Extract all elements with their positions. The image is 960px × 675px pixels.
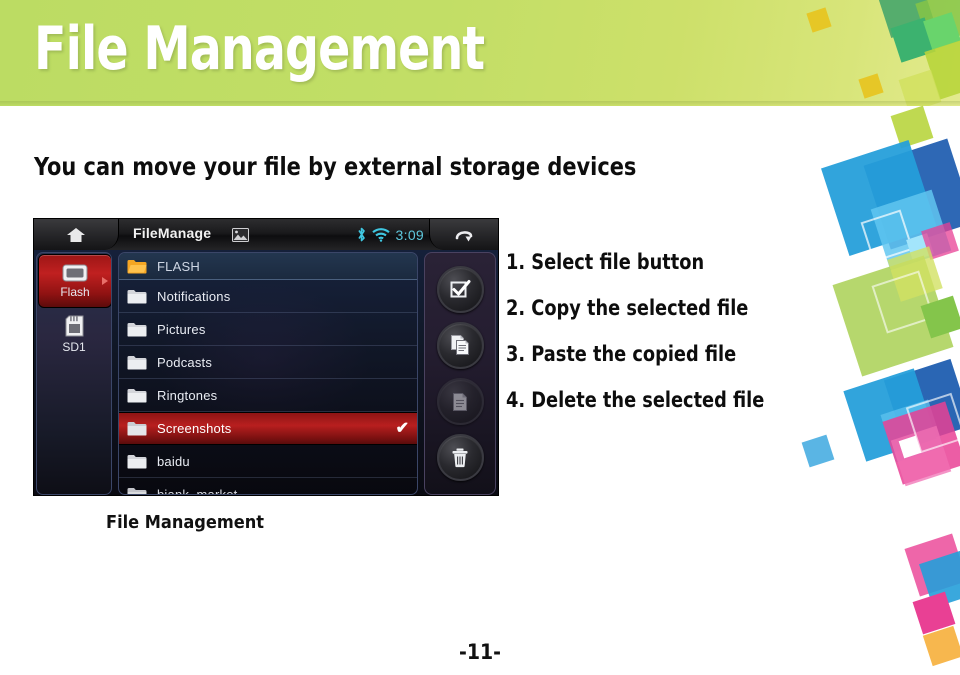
internal-storage-icon bbox=[62, 264, 88, 281]
drive-label: SD1 bbox=[62, 339, 86, 354]
device-screenshot: FileManage 3:09 Flash SD1 FLASH Notifica… bbox=[33, 218, 499, 496]
list-item-label: baidu bbox=[157, 453, 190, 469]
checkmark-icon: ✔ bbox=[395, 419, 409, 437]
drive-label: Flash bbox=[60, 284, 90, 299]
header-banner: File Management bbox=[0, 0, 960, 106]
folder-icon bbox=[127, 388, 147, 402]
figure-caption: File Management bbox=[106, 512, 264, 533]
header-decoration-squares bbox=[806, 0, 960, 106]
folder-icon bbox=[127, 454, 147, 468]
list-item[interactable]: Notifications bbox=[119, 280, 417, 313]
step-item: 3. Paste the copied file bbox=[506, 342, 737, 366]
status-indicators: 3:09 bbox=[357, 219, 424, 250]
steps-list: 1. Select file button 2. Copy the select… bbox=[506, 250, 846, 434]
copy-button[interactable] bbox=[436, 321, 484, 369]
drive-list: Flash SD1 bbox=[36, 252, 112, 495]
trash-icon bbox=[452, 448, 468, 467]
page-number: -11- bbox=[459, 640, 501, 664]
file-list-header: FLASH bbox=[119, 253, 417, 280]
clock: 3:09 bbox=[395, 226, 424, 243]
file-list[interactable]: FLASH Notifications Pictures Podcasts Ri… bbox=[118, 252, 418, 495]
list-item[interactable]: Ringtones bbox=[119, 379, 417, 412]
list-item-label: Notifications bbox=[157, 288, 231, 304]
subtitle-text: You can move your file by external stora… bbox=[34, 152, 637, 181]
delete-button[interactable] bbox=[436, 434, 484, 482]
image-icon[interactable] bbox=[232, 228, 249, 242]
bluetooth-icon bbox=[357, 227, 365, 242]
list-item-label: Ringtones bbox=[157, 387, 218, 403]
wifi-icon bbox=[371, 227, 390, 242]
copy-documents-icon bbox=[451, 335, 469, 356]
list-item-label: Screenshots bbox=[157, 421, 232, 436]
step-item: 1. Select file button bbox=[506, 250, 705, 274]
paste-document-icon bbox=[453, 392, 467, 411]
home-button[interactable] bbox=[34, 219, 119, 250]
drive-item-flash[interactable]: Flash bbox=[38, 254, 111, 308]
paste-button[interactable] bbox=[436, 378, 484, 426]
folder-icon bbox=[127, 487, 147, 494]
list-item-label: biank_market bbox=[157, 486, 238, 495]
folder-icon bbox=[127, 355, 147, 369]
folder-open-icon bbox=[127, 259, 147, 273]
step-item: 4. Delete the selected file bbox=[506, 388, 765, 412]
list-item[interactable]: Pictures bbox=[119, 313, 417, 346]
header-decoration bbox=[775, 0, 960, 106]
folder-icon bbox=[127, 422, 147, 436]
back-button[interactable] bbox=[429, 219, 498, 250]
device-body: Flash SD1 FLASH Notifications Pictures P… bbox=[34, 250, 498, 495]
list-item-selected[interactable]: Screenshots ✔ bbox=[119, 412, 417, 445]
home-icon bbox=[67, 227, 85, 242]
checkbox-checked-icon bbox=[450, 280, 471, 298]
return-arrow-icon bbox=[455, 230, 473, 241]
list-item[interactable]: baidu bbox=[119, 445, 417, 478]
file-list-header-label: FLASH bbox=[157, 258, 200, 274]
slide: File Management You can move your file b… bbox=[0, 0, 960, 675]
list-item-label: Pictures bbox=[157, 321, 206, 337]
list-item-label: Podcasts bbox=[157, 354, 213, 370]
device-status-bar: FileManage 3:09 bbox=[34, 219, 498, 251]
list-item[interactable]: Podcasts bbox=[119, 346, 417, 379]
select-file-button[interactable] bbox=[436, 265, 484, 313]
list-item[interactable]: biank_market bbox=[119, 478, 417, 495]
folder-icon bbox=[127, 289, 147, 303]
page-title: File Management bbox=[34, 14, 485, 84]
step-item: 2. Copy the selected file bbox=[506, 296, 749, 320]
action-toolbar bbox=[424, 252, 496, 495]
app-title: FileManage bbox=[133, 225, 212, 241]
sd-card-icon bbox=[65, 315, 83, 336]
drive-item-sd1[interactable]: SD1 bbox=[37, 309, 111, 359]
folder-icon bbox=[127, 322, 147, 336]
